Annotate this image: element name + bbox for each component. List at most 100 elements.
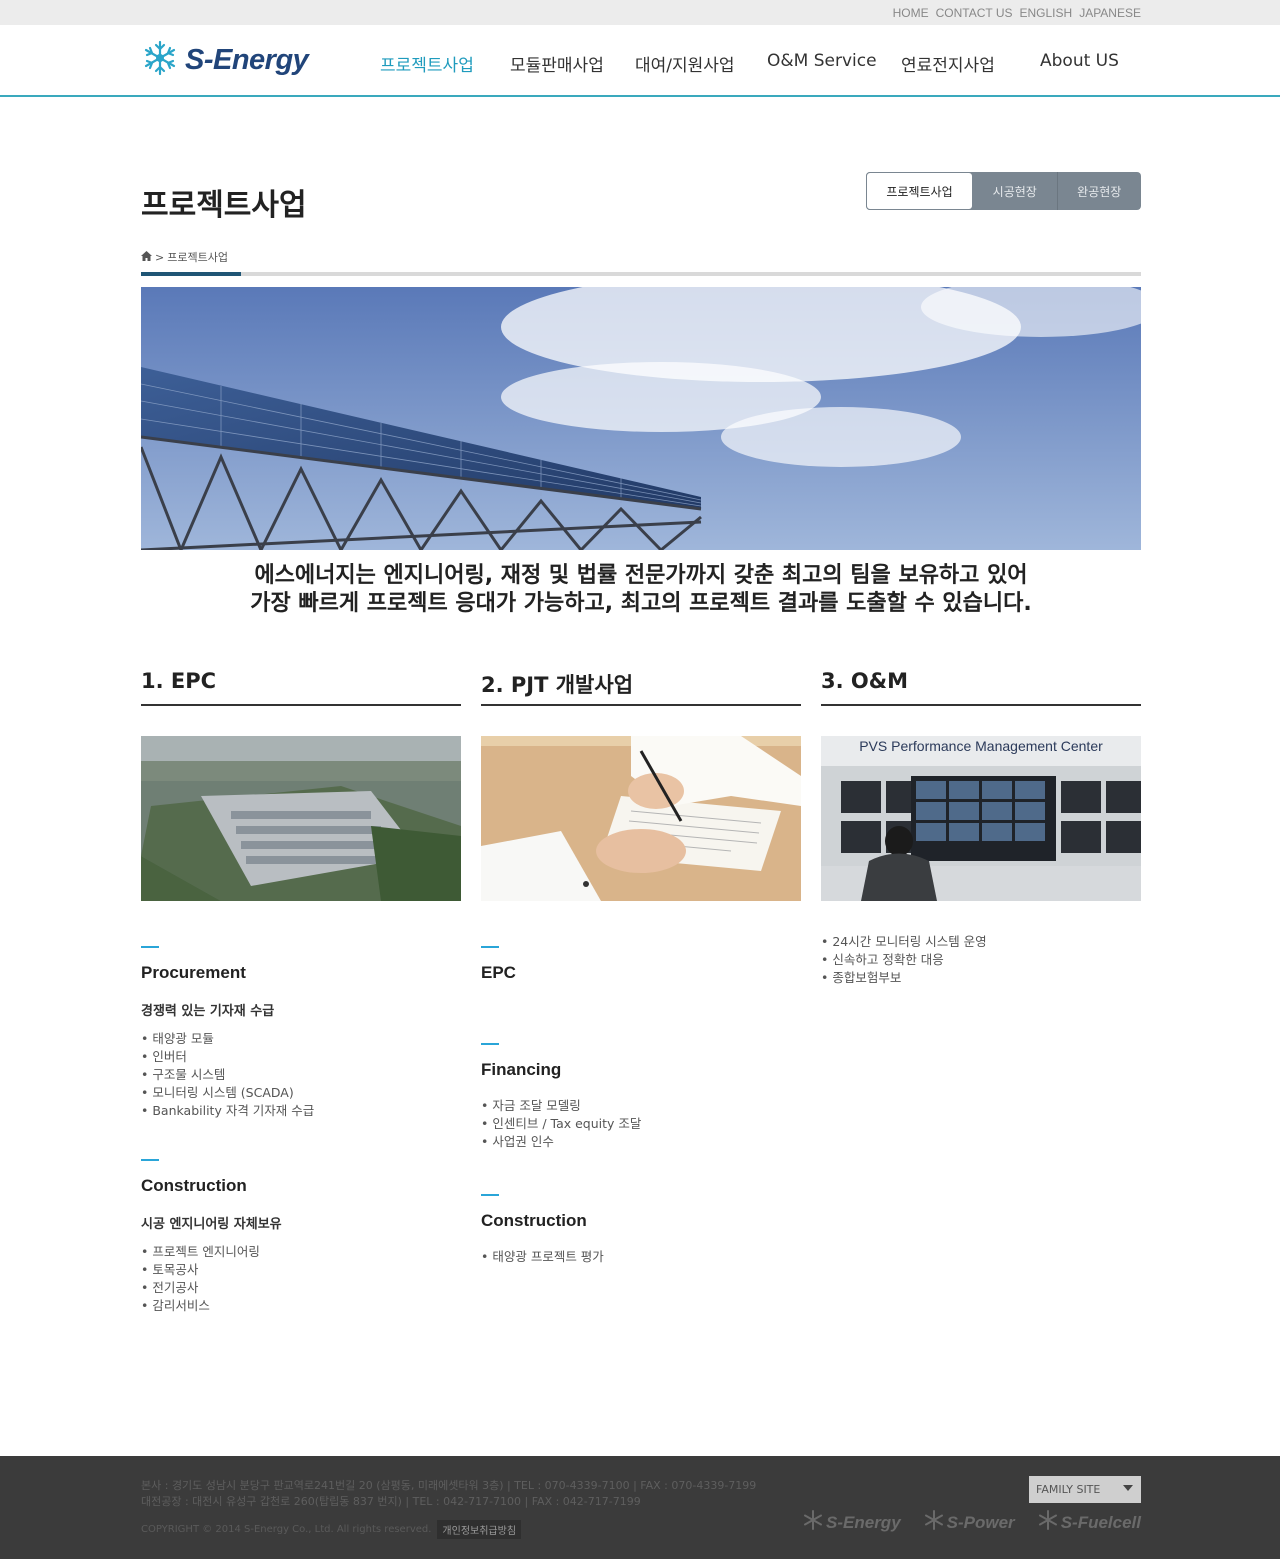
monitoring-center-caption: PVS Performance Management Center [859, 738, 1103, 754]
breadcrumb-separator: > [155, 250, 165, 264]
section-subtitle-construction: 시공 엔지니어링 자체보유 [141, 1217, 282, 1232]
section-financing: Financing • 자금 조달 모델링 • 인센티브 / Tax equit… [481, 1043, 801, 1151]
column-epc: 1. EPC Procurement 경쟁력 있는 기자재 수급 • 태양광 모… [141, 668, 461, 1313]
section-om: • 24시간 모니터링 시스템 운영 • 신속하고 정확한 대응 • 종합보험부… [821, 933, 1141, 987]
section-dash [481, 946, 499, 948]
brand-s-energy-label: S-Energy [826, 1512, 901, 1532]
column-pjt-development: 2. PJT 개발사업 EPC Financing • 자금 조달 모델링 • … [481, 668, 801, 1264]
list-item: • 모니터링 시스템 (SCADA) [141, 1085, 294, 1100]
list-item: • 태양광 프로젝트 평가 [481, 1249, 604, 1264]
nav-module-sales[interactable]: 모듈판매사업 [510, 51, 604, 76]
om-list: • 24시간 모니터링 시스템 운영 • 신속하고 정확한 대응 • 종합보험부… [821, 933, 1141, 987]
section-title-construction-pjt: Construction [481, 1211, 587, 1230]
column-title-om: 3. O&M [821, 668, 1141, 706]
construction-pjt-list: • 태양광 프로젝트 평가 [481, 1248, 801, 1266]
footer-factory-address: 대전공장 : 대전시 유성구 갑천로 260(탑립동 837 번지) | TEL… [141, 1495, 641, 1508]
home-link[interactable]: HOME [893, 6, 929, 20]
list-item: • 감리서비스 [141, 1298, 210, 1313]
snowflake-logo-icon [923, 1509, 945, 1536]
contact-us-link[interactable]: CONTACT US [936, 6, 1013, 20]
intro-line-1: 에스에너지는 엔지니어링, 재정 및 법률 전문가까지 갖춘 최고의 팀을 보유… [254, 563, 1028, 588]
main-nav: 프로젝트사업 모듈판매사업 대여/지원사업 O&M Service 연료전지사업… [360, 51, 1140, 76]
construction-list: • 프로젝트 엔지니어링 • 토목공사 • 전기공사 • 감리서비스 [141, 1243, 461, 1315]
breadcrumb-current[interactable]: 프로젝트사업 [167, 249, 228, 265]
factory-aerial-image [141, 736, 461, 901]
financing-list: • 자금 조달 모델링 • 인센티브 / Tax equity 조달 • 사업권… [481, 1097, 801, 1151]
list-item: • Bankability 자격 기자재 수급 [141, 1103, 315, 1118]
japanese-link[interactable]: JAPANESE [1079, 6, 1141, 20]
utility-links: HOME CONTACT US ENGLISH JAPANESE [893, 6, 1141, 20]
footer-copyright-row: COPYRIGHT © 2014 S-Energy Co., Ltd. All … [141, 1520, 522, 1539]
brand-s-power[interactable]: S-Power [923, 1509, 1015, 1536]
section-construction-pjt: Construction • 태양광 프로젝트 평가 [481, 1194, 801, 1266]
column-title-epc: 1. EPC [141, 668, 461, 706]
list-item: • 인센티브 / Tax equity 조달 [481, 1116, 642, 1131]
list-item: • 인버터 [141, 1049, 187, 1064]
site-logo[interactable]: S-Energy [141, 39, 309, 81]
nav-fuel-cell[interactable]: 연료전지사업 [901, 51, 995, 76]
list-item: • 태양광 모듈 [141, 1031, 214, 1046]
sub-tabs: 프로젝트사업 시공현장 완공현장 [866, 172, 1141, 210]
site-footer: 본사 : 경기도 성남시 분당구 판교역로241번길 20 (삼평동, 미래에셋… [0, 1456, 1280, 1559]
section-dash [141, 1159, 159, 1161]
section-construction: Construction 시공 엔지니어링 자체보유 • 프로젝트 엔지니어링 … [141, 1159, 461, 1315]
hero-solar-panel-image [141, 287, 1141, 550]
page-title: 프로젝트사업 [141, 188, 307, 223]
list-item: • 전기공사 [141, 1280, 199, 1295]
monitoring-center-image: PVS Performance Management Center [821, 736, 1141, 901]
section-dash [481, 1043, 499, 1045]
nav-about-us[interactable]: About US [1040, 51, 1119, 71]
snowflake-logo-icon [802, 1509, 824, 1536]
intro-line-2: 가장 빠르게 프로젝트 응대가 가능하고, 최고의 프로젝트 결과를 도출할 수… [250, 591, 1032, 616]
nav-rental-support[interactable]: 대여/지원사업 [635, 51, 735, 76]
section-dash [141, 946, 159, 948]
nav-project-business[interactable]: 프로젝트사업 [380, 51, 474, 76]
breadcrumb-divider-active [141, 272, 241, 276]
english-link[interactable]: ENGLISH [1020, 6, 1073, 20]
snowflake-logo-icon [141, 39, 179, 81]
nav-om-service[interactable]: O&M Service [767, 51, 877, 71]
intro-text: 에스에너지는 엔지니어링, 재정 및 법률 전문가까지 갖춘 최고의 팀을 보유… [141, 562, 1141, 618]
list-item: • 자금 조달 모델링 [481, 1098, 581, 1113]
contract-signing-image [481, 736, 801, 901]
top-utility-bar: HOME CONTACT US ENGLISH JAPANESE [0, 0, 1280, 25]
section-title-financing: Financing [481, 1060, 562, 1079]
section-procurement: Procurement 경쟁력 있는 기자재 수급 • 태양광 모듈 • 인버터… [141, 946, 461, 1120]
breadcrumb-divider [141, 272, 1141, 276]
snowflake-logo-icon [1037, 1509, 1059, 1536]
footer-address: 본사 : 경기도 성남시 분당구 판교역로241번길 20 (삼평동, 미래에셋… [141, 1478, 756, 1510]
family-site-select[interactable]: FAMILY SITE [1029, 1476, 1141, 1503]
column-title-pjt: 2. PJT 개발사업 [481, 668, 801, 706]
site-header: S-Energy 프로젝트사업 모듈판매사업 대여/지원사업 O&M Servi… [0, 25, 1280, 97]
tab-completed-sites[interactable]: 완공현장 [1056, 172, 1142, 210]
column-om: 3. O&M PVS Performance Management Center… [821, 668, 1141, 985]
brand-s-power-label: S-Power [946, 1512, 1015, 1532]
home-icon[interactable] [141, 250, 152, 264]
list-item: • 프로젝트 엔지니어링 [141, 1244, 260, 1259]
section-subtitle-procurement: 경쟁력 있는 기자재 수급 [141, 1004, 275, 1019]
tab-project-business[interactable]: 프로젝트사업 [866, 172, 973, 210]
list-item: • 사업권 인수 [481, 1134, 554, 1149]
list-item: • 구조물 시스템 [141, 1067, 226, 1082]
footer-hq-address: 본사 : 경기도 성남시 분당구 판교역로241번길 20 (삼평동, 미래에셋… [141, 1479, 757, 1492]
brand-s-energy[interactable]: S-Energy [802, 1509, 901, 1536]
footer-brand-logos: S-Energy S-Power S-Fuelcell [802, 1509, 1141, 1536]
section-title-epc: EPC [481, 963, 516, 982]
section-dash [481, 1194, 499, 1196]
list-item: • 24시간 모니터링 시스템 운영 [821, 934, 987, 949]
tab-construction-sites[interactable]: 시공현장 [973, 172, 1057, 210]
procurement-list: • 태양광 모듈 • 인버터 • 구조물 시스템 • 모니터링 시스템 (SCA… [141, 1030, 461, 1120]
brand-s-fuelcell-label: S-Fuelcell [1060, 1512, 1141, 1532]
section-epc: EPC [481, 946, 801, 983]
family-site-label: FAMILY SITE [1036, 1483, 1101, 1496]
brand-s-fuelcell[interactable]: S-Fuelcell [1037, 1509, 1141, 1536]
list-item: • 신속하고 정확한 대응 [821, 952, 944, 967]
list-item: • 종합보험부보 [821, 970, 902, 985]
privacy-policy-link[interactable]: 개인정보취급방침 [437, 1520, 522, 1539]
logo-text: S-Energy [185, 43, 309, 76]
breadcrumb: > 프로젝트사업 [141, 249, 228, 265]
list-item: • 토목공사 [141, 1262, 199, 1277]
section-title-construction: Construction [141, 1176, 247, 1195]
chevron-down-icon [1123, 1485, 1133, 1491]
footer-copyright: COPYRIGHT © 2014 S-Energy Co., Ltd. All … [141, 1524, 432, 1535]
